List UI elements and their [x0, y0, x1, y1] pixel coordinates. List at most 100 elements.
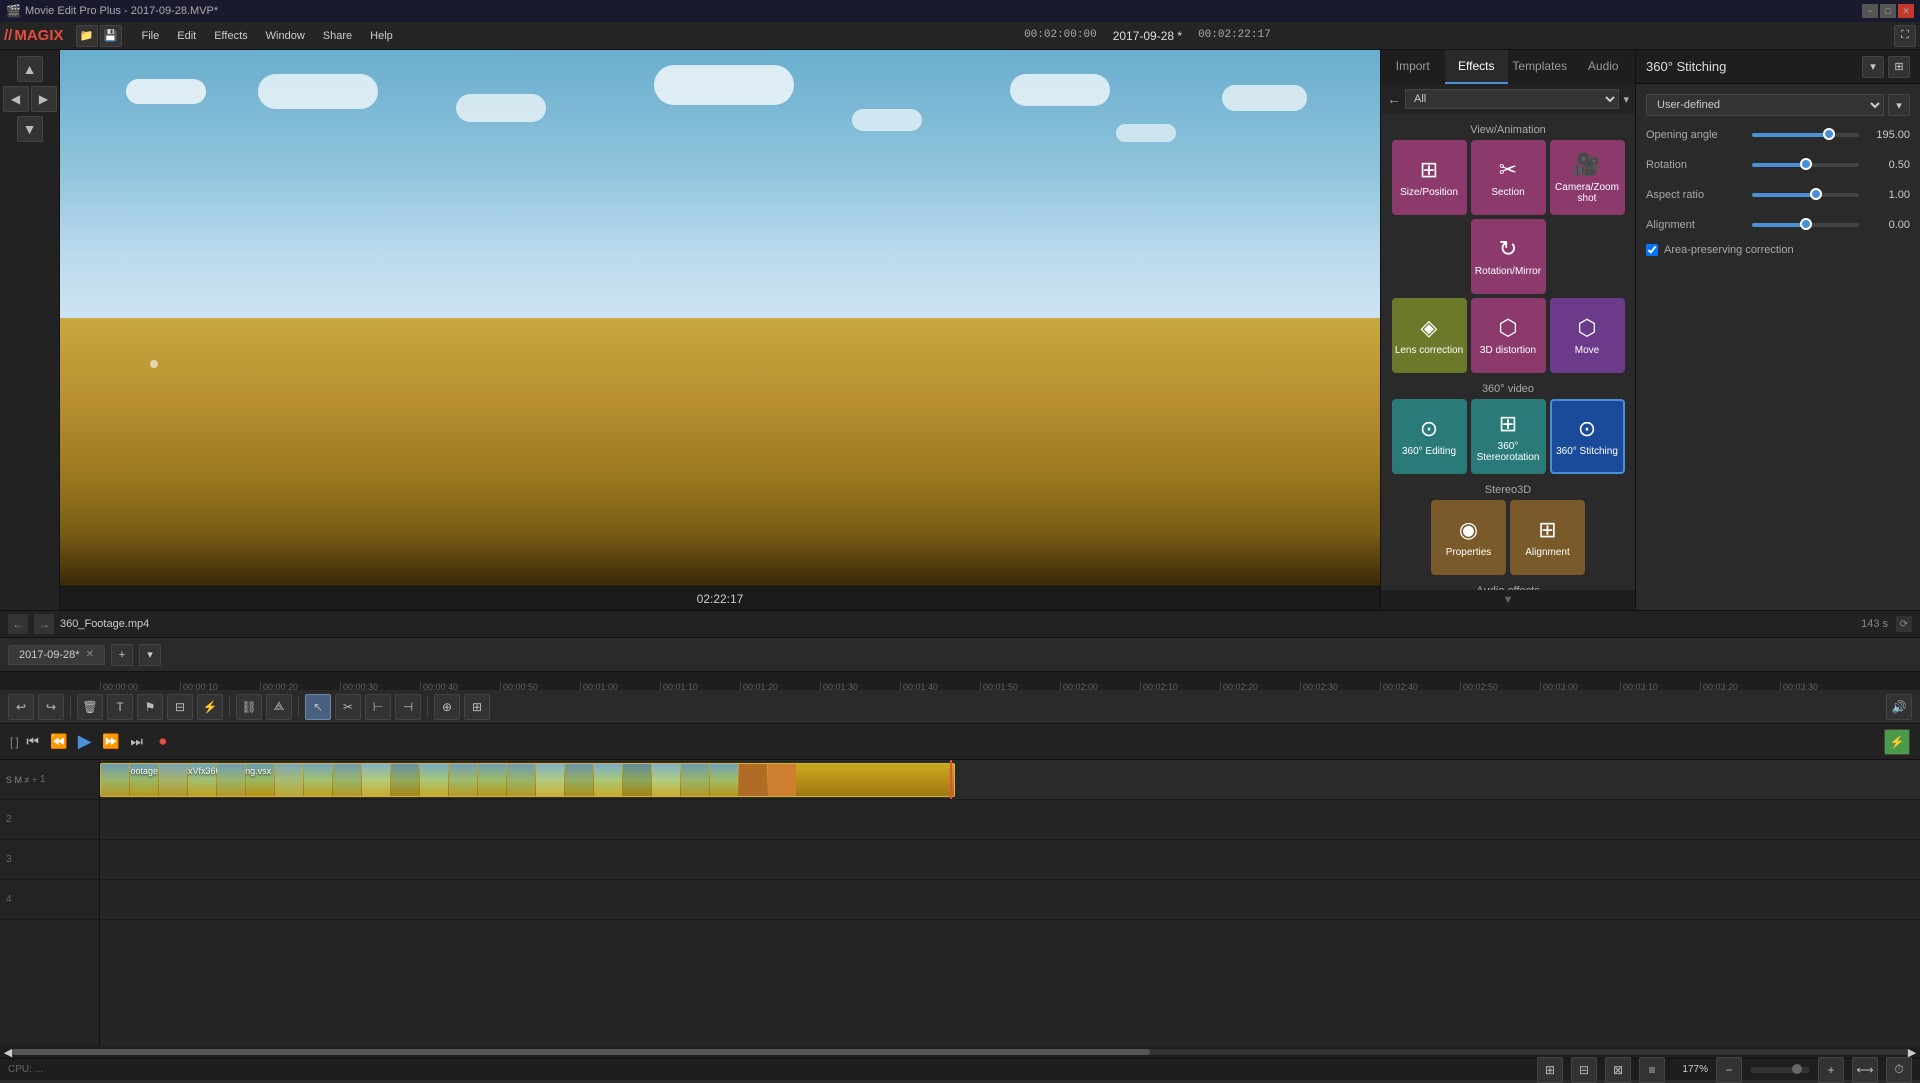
delete-btn[interactable]: 🗑	[77, 694, 103, 720]
nav-left-arrow[interactable]: ◀	[3, 86, 29, 112]
left-navigation: ▲ ◀ ▶ ▼	[0, 50, 60, 610]
effect-size-position[interactable]: ⊞ Size/Position	[1392, 140, 1467, 215]
toolbar-open-btn[interactable]: 📁	[76, 25, 98, 47]
scroll-down-indicator[interactable]: ▼	[1381, 590, 1635, 610]
preset-dropdown-arrow[interactable]: ▾	[1888, 94, 1910, 116]
aspect-ratio-thumb[interactable]	[1810, 188, 1822, 200]
scroll-left-btn[interactable]: ◀	[4, 1046, 12, 1059]
undo-btn[interactable]: ↩	[8, 694, 34, 720]
effect-360-stitching[interactable]: ⊙ 360° Stitching	[1550, 399, 1625, 474]
text-btn[interactable]: T	[107, 694, 133, 720]
goto-out-btn[interactable]: ⏭	[125, 730, 149, 754]
clip-settings-btn[interactable]: ⟳	[1896, 616, 1912, 632]
effect-alignment[interactable]: ⊞ Alignment	[1510, 500, 1585, 575]
trim-left-btn[interactable]: ⊢	[365, 694, 391, 720]
tab-effects[interactable]: Effects	[1445, 50, 1509, 84]
effect-move[interactable]: ⬡ Move	[1550, 298, 1625, 373]
track-headers: S M ≠ ÷ 1 2 3 4	[0, 760, 100, 1046]
preset-dropdown[interactable]: User-defined	[1646, 94, 1884, 116]
sync-btn[interactable]: ⚡	[1884, 729, 1910, 755]
menu-edit[interactable]: Edit	[169, 27, 204, 45]
speed-btn[interactable]: ⚡	[197, 694, 223, 720]
effects-filter: ← All ▾	[1381, 84, 1635, 114]
effect-lens-correction[interactable]: ◈ Lens correction	[1392, 298, 1467, 373]
breadcrumb-forward-btn[interactable]: →	[34, 614, 54, 634]
effect-properties[interactable]: ◉ Properties	[1431, 500, 1506, 575]
render-btn[interactable]: ⏱	[1886, 1057, 1912, 1083]
zoom-thumb[interactable]	[1792, 1064, 1802, 1074]
timeline-options-btn[interactable]: ▾	[139, 644, 161, 666]
add-timeline-btn[interactable]: +	[111, 644, 133, 666]
opening-angle-slider[interactable]	[1752, 133, 1859, 137]
record-btn[interactable]: ⏺	[151, 730, 175, 754]
menu-window[interactable]: Window	[258, 27, 313, 45]
effect-360-editing[interactable]: ⊙ 360° Editing	[1392, 399, 1467, 474]
view-mode-btn4[interactable]: ≡	[1639, 1057, 1665, 1083]
zoom-out-btn[interactable]: −	[1716, 1057, 1742, 1083]
stitching-expand-btn[interactable]: ▾	[1862, 56, 1884, 78]
nav-down-arrow[interactable]: ▼	[17, 116, 43, 142]
rotation-thumb[interactable]	[1800, 158, 1812, 170]
timeline-scroll-track[interactable]	[12, 1049, 1908, 1055]
insert-btn[interactable]: ⊕	[434, 694, 460, 720]
overwrite-btn[interactable]: ⊞	[464, 694, 490, 720]
alignment-icon: ⊞	[1538, 517, 1556, 543]
redo-btn[interactable]: ↪	[38, 694, 64, 720]
nav-right-arrow[interactable]: ▶	[31, 86, 57, 112]
aspect-ratio-slider[interactable]	[1752, 193, 1859, 197]
link-btn[interactable]: ⛓	[236, 694, 262, 720]
toolbar-save-btn[interactable]: 💾	[100, 25, 122, 47]
zoom-slider[interactable]	[1750, 1067, 1810, 1073]
prev-frame-btn[interactable]: ⏪	[47, 730, 71, 754]
effect-camera-zoom[interactable]: 🎥 Camera/Zoom shot	[1550, 140, 1625, 215]
magnet-btn[interactable]: ⟁	[266, 694, 292, 720]
group-btn[interactable]: ⊟	[167, 694, 193, 720]
trim-right-btn[interactable]: ⊣	[395, 694, 421, 720]
next-frame-btn[interactable]: ⏩	[99, 730, 123, 754]
video-clip[interactable]: 360_Footage.mp4 MxVfx360Stitching.vsx	[100, 763, 955, 797]
breadcrumb-back-btn[interactable]: ←	[8, 614, 28, 634]
alignment-slider[interactable]	[1752, 223, 1859, 227]
tab-templates[interactable]: Templates	[1508, 50, 1572, 84]
menu-share[interactable]: Share	[315, 27, 360, 45]
tab-import[interactable]: Import	[1381, 50, 1445, 84]
nav-up-arrow[interactable]: ▲	[17, 56, 43, 82]
view-mode-btn2[interactable]: ⊟	[1571, 1057, 1597, 1083]
timeline-tab: 2017-09-28* ✕	[8, 645, 105, 665]
view-mode-btn[interactable]: ⊞	[1537, 1057, 1563, 1083]
menu-effects[interactable]: Effects	[206, 27, 255, 45]
fullscreen-btn[interactable]: ⛶	[1894, 25, 1916, 47]
menu-help[interactable]: Help	[362, 27, 401, 45]
timeline-scroll-thumb[interactable]	[12, 1049, 1150, 1055]
right-panel: Import Effects Templates Audio ← All ▾ V…	[1380, 50, 1920, 610]
maximize-button[interactable]: □	[1880, 4, 1896, 18]
select-btn[interactable]: ↖	[305, 694, 331, 720]
fit-timeline-btn[interactable]: ⟷	[1852, 1057, 1878, 1083]
effect-360-stereorotation[interactable]: ⊞ 360° Stereorotation	[1471, 399, 1546, 474]
aspect-ratio-label: Aspect ratio	[1646, 189, 1746, 201]
tab-audio[interactable]: Audio	[1572, 50, 1636, 84]
effect-section[interactable]: ✂ Section	[1471, 140, 1546, 215]
stitching-undock-btn[interactable]: ⊞	[1888, 56, 1910, 78]
play-btn[interactable]: ▶	[73, 730, 97, 754]
razor-btn[interactable]: ✂	[335, 694, 361, 720]
effect-3d-distortion[interactable]: ⬡ 3D distortion	[1471, 298, 1546, 373]
area-preserving-checkbox[interactable]	[1646, 244, 1658, 256]
goto-in-btn[interactable]: ⏮	[21, 730, 45, 754]
timeline-tab-close[interactable]: ✕	[86, 649, 94, 660]
preview-timecode: 02:22:17	[60, 586, 1380, 610]
effects-filter-dropdown[interactable]: All	[1405, 89, 1619, 109]
minimize-button[interactable]: −	[1862, 4, 1878, 18]
alignment-thumb[interactable]	[1800, 218, 1812, 230]
view-mode-btn3[interactable]: ⊠	[1605, 1057, 1631, 1083]
zoom-in-btn[interactable]: +	[1818, 1057, 1844, 1083]
audio-volume-btn[interactable]: 🔊	[1886, 694, 1912, 720]
close-button[interactable]: ✕	[1898, 4, 1914, 18]
opening-angle-thumb[interactable]	[1823, 128, 1835, 140]
effect-rotation-mirror[interactable]: ↻ Rotation/Mirror	[1471, 219, 1546, 294]
marker-btn[interactable]: ⚑	[137, 694, 163, 720]
back-btn[interactable]: ←	[1387, 91, 1401, 107]
rotation-slider[interactable]	[1752, 163, 1859, 167]
clip-frame	[275, 764, 303, 796]
menu-file[interactable]: File	[134, 27, 168, 45]
